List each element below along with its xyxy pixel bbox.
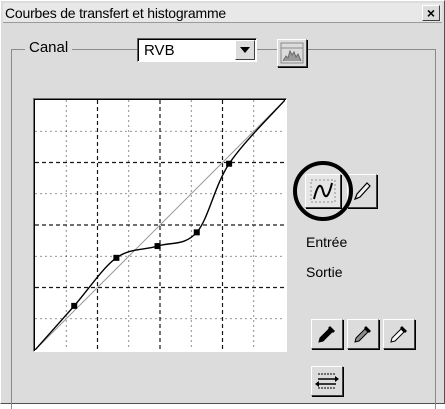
swap-button[interactable] xyxy=(311,366,343,396)
close-button[interactable]: × xyxy=(422,5,440,21)
chevron-down-icon xyxy=(240,47,250,53)
curve-graph-canvas[interactable] xyxy=(35,100,285,350)
black-point-eyedropper-icon xyxy=(318,326,335,343)
pencil-button[interactable] xyxy=(347,174,377,208)
black-point-eyedropper-button[interactable] xyxy=(311,319,343,349)
gray-point-eyedropper-button[interactable] xyxy=(347,319,379,349)
channel-select-value: RVB xyxy=(144,42,175,59)
channel-label: Canal xyxy=(25,39,73,56)
window-title: Courbes de transfert et histogramme xyxy=(5,5,226,21)
smooth-curve-icon xyxy=(310,179,336,203)
histogram-icon xyxy=(280,42,304,64)
histogram-button[interactable] xyxy=(277,39,307,67)
curves-dialog-window: Courbes de transfert et histogramme × Ca… xyxy=(0,0,445,409)
input-label: Entrée xyxy=(306,234,348,250)
swap-arrows-icon xyxy=(315,373,339,389)
white-point-eyedropper-button[interactable] xyxy=(383,319,415,349)
channel-select-dropdown-button[interactable] xyxy=(235,40,255,60)
channel-select[interactable]: RVB xyxy=(137,38,257,62)
gray-point-eyedropper-icon xyxy=(354,326,371,343)
close-icon: × xyxy=(426,5,436,21)
curve-control-point[interactable] xyxy=(226,160,233,167)
curve-graph[interactable] xyxy=(33,98,287,352)
curve-control-point[interactable] xyxy=(193,229,200,236)
title-bar[interactable]: Courbes de transfert et histogramme × xyxy=(3,3,442,23)
curve-control-point[interactable] xyxy=(71,302,78,309)
curve-control-point[interactable] xyxy=(154,243,161,250)
smooth-curve-button[interactable] xyxy=(305,174,341,208)
curve-control-point[interactable] xyxy=(113,254,120,261)
output-label: Sortie xyxy=(306,264,343,280)
white-point-eyedropper-icon xyxy=(390,326,407,343)
pencil-icon xyxy=(353,182,371,201)
